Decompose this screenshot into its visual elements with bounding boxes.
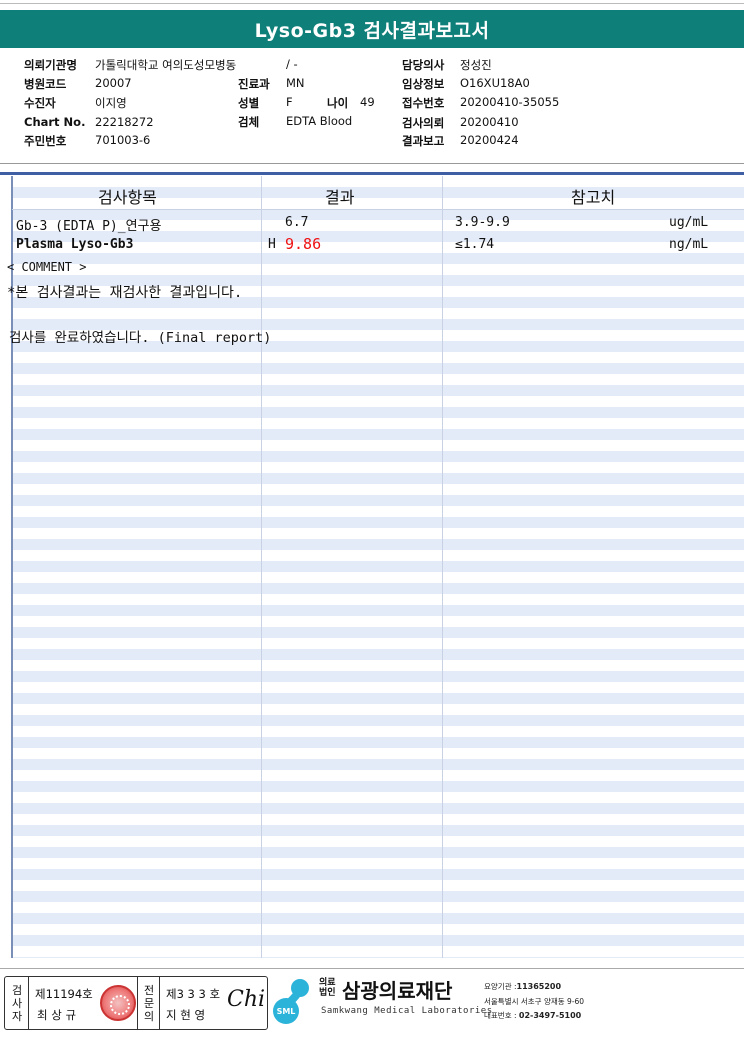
chart-label: Chart No.	[24, 115, 86, 129]
header-divider	[12, 209, 744, 210]
org-phone: 대표번호 : 02-3497-5100	[484, 1011, 582, 1020]
institution-value: 가톨릭대학교 여의도성모병동	[95, 58, 237, 72]
request-date-value: 20200410	[460, 115, 519, 129]
ward-value: / -	[286, 57, 298, 71]
row2-unit: ng/mL	[669, 237, 709, 252]
row2-flag: H	[268, 237, 276, 252]
row1-unit: ug/mL	[669, 215, 709, 230]
receipt-label: 접수번호	[402, 96, 445, 110]
sex-value: F	[286, 95, 293, 109]
specialist-label: 전문의	[143, 984, 155, 1023]
row1-reference: 3.9-9.9	[455, 215, 510, 230]
column-divider-2	[442, 176, 443, 958]
request-date-label: 검사의뢰	[402, 116, 445, 130]
footer-divider	[0, 968, 744, 969]
comment-header: < COMMENT >	[7, 260, 87, 274]
org-name: 삼광의료재단	[342, 979, 453, 1003]
chart-value: 22218272	[95, 115, 154, 129]
table-top-rule	[0, 172, 744, 175]
info-divider	[0, 163, 744, 164]
org-code: 요양기관 :11365200	[484, 982, 562, 991]
report-date-label: 결과보고	[402, 134, 445, 148]
dept-value: MN	[286, 76, 305, 90]
row1-item: Gb-3 (EDTA P)_연구용	[16, 219, 162, 234]
header-reference: 참고치	[571, 188, 616, 207]
org-address: 서울특별시 서초구 양재동 9-60	[484, 997, 585, 1006]
comment-line: *본 검사결과는 재검사한 결과입니다.	[7, 285, 243, 301]
top-rule	[0, 3, 744, 4]
patient-value: 이지영	[95, 96, 127, 110]
specialist-signature: Chi	[227, 987, 266, 1012]
final-report-line: 검사를 완료하였습니다. (Final report)	[9, 330, 272, 346]
tester-cell	[5, 977, 138, 1029]
report-date-value: 20200424	[460, 133, 519, 147]
doctor-value: 정성진	[460, 58, 492, 72]
specialist-name: 지 현 영	[166, 1008, 206, 1022]
id-label: 주민번호	[24, 134, 67, 148]
institution-label: 의뢰기관명	[24, 58, 77, 72]
row2-result: 9.86	[285, 235, 322, 253]
sex-label: 성별	[238, 96, 260, 110]
row2-item: Plasma Lyso-Gb3	[16, 237, 134, 252]
logo-text: SML	[277, 1007, 296, 1016]
receipt-value: 20200410-35055	[460, 95, 560, 109]
row1-result: 6.7	[285, 215, 309, 230]
age-label: 나이	[327, 96, 349, 110]
header-item: 검사항목	[98, 188, 157, 207]
header-result: 결과	[325, 188, 355, 207]
age-value: 49	[360, 95, 375, 109]
row2-reference: ≤1.74	[455, 237, 495, 252]
clinical-label: 임상정보	[402, 77, 445, 91]
doctor-label: 담당의사	[402, 58, 445, 72]
report-title: Lyso-Gb3 검사결과보고서	[0, 10, 744, 48]
id-value: 701003-6	[95, 133, 151, 147]
column-divider-1	[261, 176, 262, 958]
signature-box: 검사자 제11194호 최 상 규 전문의 제3 3 3 호 지 현 영 Chi	[4, 976, 268, 1030]
clinical-value: O16XU18A0	[460, 76, 530, 90]
results-table: 검사항목 결과 참고치 Gb-3 (EDTA P)_연구용 6.7 3.9-9.…	[0, 176, 744, 958]
specimen-value: EDTA Blood	[286, 114, 353, 128]
org-english-name: Samkwang Medical Laboratories	[321, 1006, 493, 1016]
patient-info: 의뢰기관명 가톨릭대학교 여의도성모병동 / - 담당의사 정성진 병원코드 2…	[0, 55, 744, 155]
org-type: 의료법인	[319, 978, 336, 998]
specialist-number: 제3 3 3 호	[166, 987, 221, 1001]
patient-label: 수진자	[24, 96, 56, 110]
dept-label: 진료과	[238, 77, 270, 91]
sml-logo-icon: SML	[273, 979, 309, 1024]
specimen-label: 검체	[238, 115, 260, 129]
hospital-code-label: 병원코드	[24, 77, 67, 91]
hospital-code-value: 20007	[95, 76, 132, 90]
